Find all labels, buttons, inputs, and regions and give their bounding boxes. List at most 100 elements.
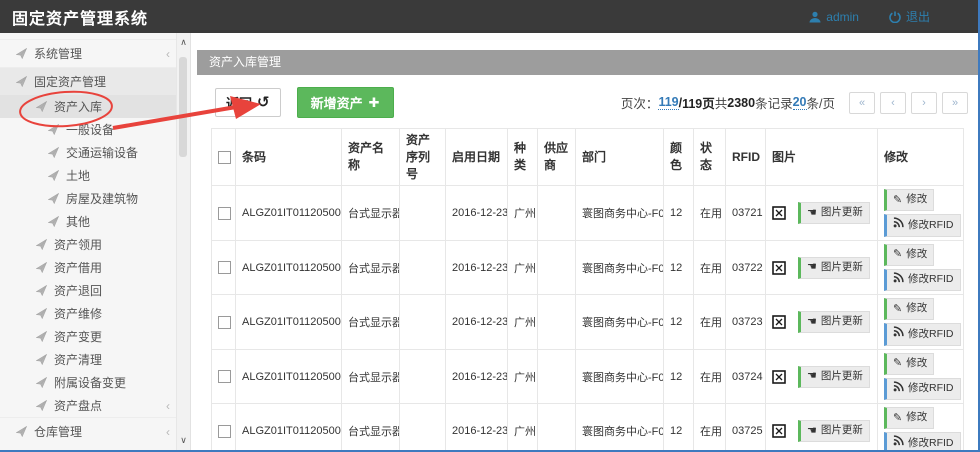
sidebar-item[interactable]: 房屋及建筑物 [0,187,190,210]
paper-plane-icon [36,101,47,112]
add-asset-label: 新增资产 [311,93,363,112]
hand-icon: ☚ [807,426,817,437]
column-header: 供应商 [538,129,576,186]
current-page-link[interactable]: 119 [658,95,678,110]
scroll-down-icon[interactable]: ∨ [177,435,190,446]
paper-plane-icon [16,426,27,437]
sidebar-item[interactable]: 资产清理 [0,348,190,371]
edit-rfid-button[interactable]: 修改RFID [884,269,961,292]
sidebar-item[interactable]: 一般设备 [0,118,190,141]
rfid-cell: 03724 [726,349,766,404]
sidebar-item[interactable]: 土地 [0,164,190,187]
edit-button[interactable]: ✎修改 [884,189,934,211]
user-menu[interactable]: admin [809,8,859,25]
edit-icon: ✎ [893,413,902,424]
edit-button[interactable]: ✎修改 [884,353,934,375]
image-update-button[interactable]: ☚图片更新 [798,202,870,224]
hand-icon: ☚ [807,262,817,273]
date-cell: 2016-12-23 [446,295,508,350]
sidebar-item[interactable]: 资产借用 [0,256,190,279]
sidebar-item[interactable]: 附属设备变更 [0,371,190,394]
supplier-cell [538,404,576,450]
top-bar: 固定资产管理系统 admin 退出 [0,0,978,33]
category-cell: 广州 [508,186,538,241]
rfid-cell: 03721 [726,186,766,241]
dept-cell: 寰图商务中心-F08 [576,240,664,295]
column-header: 种类 [508,129,538,186]
sidebar-item[interactable]: 资产退回 [0,279,190,302]
sidebar: 系统管理‹固定资产管理资产入库一般设备交通运输设备土地房屋及建筑物其他资产领用资… [0,33,191,450]
edit-button[interactable]: ✎修改 [884,298,934,320]
edit-rfid-button[interactable]: 修改RFID [884,323,961,346]
edit-button[interactable]: ✎修改 [884,244,934,266]
select-all-checkbox[interactable] [218,151,231,164]
supplier-cell [538,295,576,350]
next-page-button[interactable]: › [911,92,937,114]
scroll-up-icon[interactable]: ∧ [177,37,190,48]
last-page-button[interactable]: » [942,92,968,114]
table-row: ALGZ01IT0112050015台式显示器2016-12-23广州寰图商务中… [212,240,964,295]
sidebar-item[interactable]: 资产领用 [0,233,190,256]
dept-cell: 寰图商务中心-F08 [576,295,664,350]
scrollbar-thumb[interactable] [179,57,187,157]
first-page-button[interactable]: « [849,92,875,114]
serial-cell [400,240,446,295]
sidebar-scrollbar[interactable]: ∧ ∨ [176,33,190,450]
table-row: ALGZ01IT0112050014台式显示器2016-12-23广州寰图商务中… [212,186,964,241]
sidebar-item[interactable]: 资产入库 [0,95,190,118]
select-cell [212,240,236,295]
paper-plane-icon [48,147,59,158]
broken-image-icon [772,370,786,384]
select-cell [212,295,236,350]
broken-image-icon [772,206,786,220]
add-asset-button[interactable]: 新增资产 ✚ [297,87,394,118]
edit-button[interactable]: ✎修改 [884,407,934,429]
image-update-button[interactable]: ☚图片更新 [798,366,870,388]
sidebar-item-label: 交通运输设备 [66,144,138,161]
edit-rfid-button[interactable]: 修改RFID [884,214,961,237]
hand-icon: ☚ [807,208,817,219]
paper-plane-icon [36,377,47,388]
row-checkbox[interactable] [218,316,231,329]
sidebar-item[interactable]: 交通运输设备 [0,141,190,164]
serial-cell [400,186,446,241]
row-checkbox[interactable] [218,425,231,438]
undo-icon: ↺ [257,95,270,110]
sidebar-item[interactable]: 系统管理‹ [0,39,190,67]
image-update-button[interactable]: ☚图片更新 [798,257,870,279]
status-cell: 在用 [694,186,726,241]
sidebar-item[interactable]: 仓库管理‹ [0,417,190,445]
sidebar-item[interactable]: 资产维修 [0,302,190,325]
toolbar: 返回 ↺ 新增资产 ✚ 页次： 119 / 119页 共 2380 条记录 20… [197,75,978,124]
prev-page-button[interactable]: ‹ [880,92,906,114]
sidebar-item-label: 资产领用 [54,236,102,253]
sidebar-item[interactable]: 固定资产管理 [0,67,190,95]
sidebar-item[interactable]: 资产变更 [0,325,190,348]
main-content: 资产入库管理 返回 ↺ 新增资产 ✚ 页次： 119 / 119页 共 2380… [197,33,978,450]
sidebar-item-label: 房屋及建筑物 [66,190,138,207]
sidebar-menu: 系统管理‹固定资产管理资产入库一般设备交通运输设备土地房屋及建筑物其他资产领用资… [0,39,190,445]
sidebar-item[interactable]: 其他 [0,210,190,233]
asset-name-cell: 台式显示器 [342,240,400,295]
image-update-button[interactable]: ☚图片更新 [798,420,870,442]
edit-icon: ✎ [893,358,902,369]
edit-rfid-button[interactable]: 修改RFID [884,378,961,401]
row-checkbox[interactable] [218,370,231,383]
top-links: admin 退出 [809,8,930,25]
row-checkbox[interactable] [218,207,231,220]
page-size-link[interactable]: 20 [793,95,807,110]
back-button[interactable]: 返回 ↺ [215,88,281,117]
image-update-button[interactable]: ☚图片更新 [798,311,870,333]
sidebar-item[interactable]: 资产盘点‹ [0,394,190,417]
logout-link[interactable]: 退出 [889,8,930,25]
page-size-suffix: 条/页 [807,93,835,112]
image-cell: ☚图片更新 [766,186,878,241]
edit-icon: ✎ [893,249,902,260]
paper-plane-icon [48,124,59,135]
row-checkbox[interactable] [218,261,231,274]
table-row: ALGZ01IT0112050017台式显示器2016-12-23广州寰图商务中… [212,349,964,404]
edit-rfid-button[interactable]: 修改RFID [884,432,961,450]
logout-label: 退出 [906,8,930,25]
hand-icon: ☚ [807,317,817,328]
status-cell: 在用 [694,240,726,295]
